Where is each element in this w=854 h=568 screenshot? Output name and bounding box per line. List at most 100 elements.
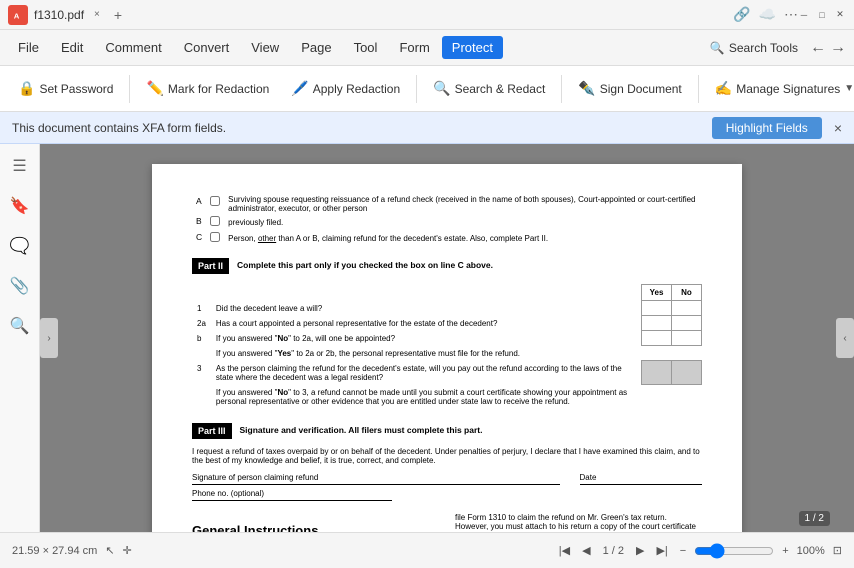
menu-item-convert[interactable]: Convert (174, 36, 240, 59)
search-redact-label: Search & Redact (455, 82, 546, 96)
title-bar-left: A f1310.pdf × + (8, 5, 733, 25)
svg-text:A: A (14, 11, 20, 20)
row-c-letter: C (192, 230, 206, 246)
collapse-right-button[interactable]: ‹ (836, 318, 854, 358)
fit-page-button[interactable]: ⊡ (833, 544, 842, 557)
menu-bar: FileEditCommentConvertViewPageToolFormPr… (0, 30, 854, 66)
zoom-in-button[interactable]: + (782, 545, 788, 557)
signature-text: I request a refund of taxes overpaid by … (192, 447, 702, 465)
prev-page-button[interactable]: ◀ (578, 542, 594, 559)
cursor-icon[interactable]: ↖ (105, 544, 114, 557)
checkbox-c[interactable] (210, 232, 220, 242)
more-icon[interactable]: ⋯ (784, 6, 798, 23)
cloud-icon[interactable]: ☁️ (759, 6, 776, 23)
row-c-text: Person, other than A or B, claiming refu… (224, 230, 702, 246)
menu-item-edit[interactable]: Edit (51, 36, 93, 59)
menu-item-view[interactable]: View (241, 36, 289, 59)
file-name: f1310.pdf (34, 8, 84, 22)
part3-header: Part III (192, 423, 232, 439)
bottom-bar-right: − + 100% ⊡ (680, 543, 842, 559)
search-tools-label: Search Tools (729, 41, 798, 55)
zoom-slider[interactable] (694, 543, 774, 559)
menu-item-form[interactable]: Form (389, 36, 439, 59)
crosshair-icon[interactable]: ✛ (123, 544, 132, 557)
sidebar-bookmark-icon[interactable]: 🔖 (6, 192, 34, 220)
left-column: General Instructions Future developments… (192, 513, 439, 533)
notification-close-button[interactable]: × (834, 120, 842, 136)
maximize-button[interactable]: □ (816, 9, 828, 21)
menu-item-comment[interactable]: Comment (95, 36, 171, 59)
minimize-button[interactable]: ─ (798, 9, 810, 21)
page-size-label: 21.59 × 27.94 cm (12, 545, 97, 557)
checkbox-b[interactable] (210, 216, 220, 226)
set-password-icon: 🔒 (18, 80, 35, 97)
bottom-bar-left: 21.59 × 27.94 cm ↖ ✛ (12, 544, 547, 557)
next-page-button[interactable]: ▶ (632, 542, 648, 559)
manage-signatures-label: Manage Signatures (736, 82, 840, 96)
toolbar-btn-manage-signatures[interactable]: ✍️Manage Signatures▼ (705, 76, 854, 101)
first-page-button[interactable]: |◀ (555, 542, 574, 559)
part3-title: Signature and verification. All filers m… (240, 425, 483, 435)
app-icon: A (8, 5, 28, 25)
toolbar-divider-3 (416, 75, 417, 103)
zoom-out-button[interactable]: − (680, 545, 686, 557)
table-row: 3 As the person claiming the refund for … (192, 361, 702, 385)
table-row: 1 Did the decedent leave a will? (192, 301, 702, 316)
right-column: file Form 1310 to claim the refund on Mr… (455, 513, 702, 533)
nav-back-icon[interactable]: ← (810, 39, 826, 57)
window-controls: ─ □ ✕ (798, 9, 846, 21)
row-a-text: Surviving spouse requesting reissuance o… (224, 194, 702, 214)
mark-for-redaction-icon: ✏️ (146, 80, 163, 97)
page-nav-text: 1 / 2 (603, 545, 624, 557)
notification-message: This document contains XFA form fields. (12, 121, 226, 135)
toolbar-btn-sign-document[interactable]: ✒️Sign Document (568, 76, 691, 101)
toolbar-btn-mark-for-redaction[interactable]: ✏️Mark for Redaction (136, 76, 279, 101)
collapse-left-button[interactable]: › (40, 318, 58, 358)
notification-bar: This document contains XFA form fields. … (0, 112, 854, 144)
zoom-level-label: 100% (797, 545, 825, 557)
last-page-button[interactable]: ▶| (652, 542, 671, 559)
menu-item-page[interactable]: Page (291, 36, 341, 59)
right-col-text: file Form 1310 to claim the refund on Mr… (455, 513, 702, 533)
sidebar-attachment-icon[interactable]: 📎 (6, 272, 34, 300)
sidebar-comment-icon[interactable]: 🗨️ (6, 232, 34, 260)
search-tools-button[interactable]: 🔍 Search Tools (700, 37, 808, 59)
part2-title: Complete this part only if you checked t… (237, 260, 493, 270)
toolbar-btn-search-redact[interactable]: 🔍 Search & Redact (423, 76, 555, 101)
title-bar-icons: 🔗 ☁️ ⋯ (733, 6, 798, 23)
table-row: b If you answered "No" to 2a, will one b… (192, 331, 702, 346)
toolbar: 🔒 Set Password ✏️Mark for Redaction🖊️Apply… (0, 66, 854, 112)
sign-document-icon: ✒️ (578, 80, 595, 97)
close-button[interactable]: ✕ (834, 9, 846, 21)
new-tab-button[interactable]: + (114, 7, 122, 23)
sidebar-search-icon[interactable]: 🔍 (6, 312, 34, 340)
main-area: ☰ 🔖 🗨️ 📎 🔍 › A Surviving spouse requesti… (0, 144, 854, 532)
search-tools-icon: 🔍 (710, 41, 725, 55)
bottom-bar-center: |◀ ◀ 1 / 2 ▶ ▶| (555, 542, 672, 559)
dropdown-arrow-icon: ▼ (844, 83, 854, 94)
sidebar-thumbnail-icon[interactable]: ☰ (6, 152, 34, 180)
share-icon[interactable]: 🔗 (733, 6, 750, 23)
set-password-label: Set Password (39, 82, 113, 96)
document-area: A Surviving spouse requesting reissuance… (40, 144, 854, 532)
bottom-bar: 21.59 × 27.94 cm ↖ ✛ |◀ ◀ 1 / 2 ▶ ▶| − +… (0, 532, 854, 568)
checkbox-a[interactable] (210, 196, 220, 206)
toolbar-divider-5 (698, 75, 699, 103)
nav-forward-icon[interactable]: → (830, 39, 846, 57)
page-badge: 1 / 2 (799, 511, 830, 526)
toolbar-btn-set-password[interactable]: 🔒 Set Password (8, 76, 123, 101)
close-tab-button[interactable]: × (94, 9, 100, 20)
apply-redaction-icon: 🖊️ (291, 80, 308, 97)
search-redact-icon: 🔍 (433, 80, 450, 97)
phone-line: Phone no. (optional) (192, 489, 392, 501)
questions-table: Yes No 1 Did the decedent leave a will? … (192, 284, 702, 409)
menu-item-tool[interactable]: Tool (344, 36, 388, 59)
date-line: Date (580, 473, 703, 485)
menu-items: FileEditCommentConvertViewPageToolFormPr… (8, 36, 503, 59)
menu-item-file[interactable]: File (8, 36, 49, 59)
menu-item-protect[interactable]: Protect (442, 36, 503, 59)
toolbar-btn-apply-redaction[interactable]: 🖊️Apply Redaction (281, 76, 410, 101)
highlight-fields-button[interactable]: Highlight Fields (712, 117, 822, 139)
general-instructions-title: General Instructions (192, 523, 439, 533)
table-row: If you answered "No" to 3, a refund cann… (192, 385, 702, 409)
